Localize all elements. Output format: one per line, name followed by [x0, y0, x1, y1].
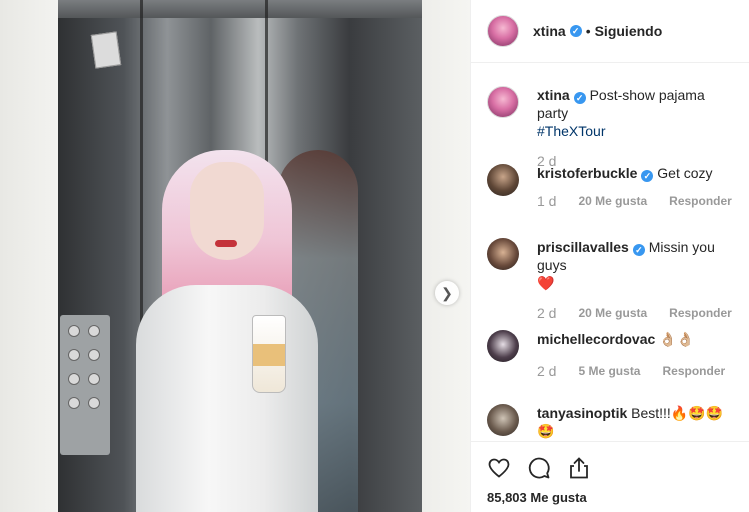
- photo-background-right: [422, 0, 470, 512]
- commenter-avatar[interactable]: [487, 164, 519, 196]
- post-photo[interactable]: [0, 0, 470, 512]
- panel-button: [68, 349, 80, 361]
- comment-username[interactable]: tanyasinoptik: [537, 405, 627, 421]
- next-photo-button[interactable]: ❯: [435, 281, 459, 305]
- caption: xtina ✓ Post-show pajama party #TheXTour …: [487, 86, 737, 170]
- panel-button: [68, 397, 80, 409]
- comment-item: kristoferbuckle ✓ Get cozy 1 d 20 Me gust…: [487, 164, 737, 210]
- speech-bubble-icon[interactable]: [527, 456, 551, 480]
- post-header: xtina ✓ • Siguiendo: [471, 0, 749, 63]
- comments-list[interactable]: xtina ✓ Post-show pajama party #TheXTour …: [471, 64, 749, 440]
- comment-text: Get cozy: [657, 165, 713, 181]
- photo-background-left: [0, 0, 58, 512]
- comment-likes[interactable]: 5 Me gusta: [578, 362, 640, 380]
- separator-dot: •: [585, 23, 591, 39]
- instagram-post-modal: ❯ xtina ✓ • Siguiendo xtina ✓ Post-show p…: [0, 0, 749, 512]
- caption-body: xtina ✓ Post-show pajama party #TheXTour …: [537, 86, 737, 170]
- cup-sleeve: [253, 344, 285, 366]
- comment-username[interactable]: kristoferbuckle: [537, 165, 637, 181]
- panel-button: [88, 349, 100, 361]
- author-avatar[interactable]: [487, 86, 519, 118]
- panel-button: [68, 325, 80, 337]
- following-button[interactable]: Siguiendo: [595, 23, 663, 39]
- comment-meta: 2 d 5 Me gusta Responder: [537, 362, 725, 380]
- commenter-avatar[interactable]: [487, 238, 519, 270]
- verified-badge-icon: ✓: [569, 25, 582, 37]
- author-username[interactable]: xtina: [533, 23, 566, 39]
- panel-button: [88, 373, 100, 385]
- comment-body: kristoferbuckle ✓ Get cozy 1 d 20 Me gust…: [537, 164, 732, 210]
- comment-body: priscillavalles ✓ Missin you guys ❤️ 2 d …: [537, 238, 737, 322]
- panel-button: [88, 397, 100, 409]
- comment-username[interactable]: michellecordovac: [537, 331, 655, 347]
- comment-likes[interactable]: 20 Me gusta: [578, 304, 647, 322]
- comment-item: michellecordovac 👌🏼👌🏼 2 d 5 Me gusta Res…: [487, 330, 737, 380]
- comment-likes[interactable]: 20 Me gusta: [578, 192, 647, 210]
- reply-button[interactable]: Responder: [662, 362, 725, 380]
- post-sidebar: xtina ✓ • Siguiendo xtina ✓ Post-show paj…: [470, 0, 749, 512]
- comment-item: priscillavalles ✓ Missin you guys ❤️ 2 d …: [487, 238, 737, 322]
- verified-badge-icon: ✓: [573, 92, 586, 104]
- panel-button: [68, 373, 80, 385]
- action-icons: [471, 442, 749, 480]
- hashtag-link[interactable]: #TheXTour: [537, 123, 605, 139]
- elevator-sticker: [90, 31, 122, 69]
- comment-item: tanyasinoptik Best!!!🔥🤩🤩🤩: [487, 404, 737, 440]
- heart-emoji: ❤️: [537, 275, 555, 291]
- comment-body: tanyasinoptik Best!!!🔥🤩🤩🤩: [537, 404, 737, 440]
- verified-badge-icon: ✓: [632, 244, 645, 256]
- caption-username[interactable]: xtina: [537, 87, 570, 103]
- share-icon[interactable]: [567, 456, 591, 480]
- white-robe: [136, 285, 318, 512]
- timestamp[interactable]: 1 d: [537, 192, 556, 210]
- comment-meta: 1 d 20 Me gusta Responder: [537, 192, 732, 210]
- red-lips: [215, 240, 237, 247]
- timestamp[interactable]: 2 d: [537, 362, 556, 380]
- comment-body: michellecordovac 👌🏼👌🏼 2 d 5 Me gusta Res…: [537, 330, 725, 380]
- elevator-ceiling: [58, 0, 422, 18]
- comment-text: 👌🏼👌🏼: [659, 331, 695, 347]
- heart-icon[interactable]: [487, 456, 511, 480]
- verified-badge-icon: ✓: [641, 170, 654, 182]
- author-avatar[interactable]: [487, 15, 519, 47]
- reply-button[interactable]: Responder: [669, 192, 732, 210]
- coffee-cup: [252, 315, 286, 393]
- post-actions: 85,803 Me gusta: [471, 441, 749, 512]
- elevator-button-panel: [60, 315, 110, 455]
- reply-button[interactable]: Responder: [669, 304, 732, 322]
- comment-username[interactable]: priscillavalles: [537, 239, 629, 255]
- panel-button: [88, 325, 100, 337]
- chevron-right-icon: ❯: [441, 284, 453, 301]
- comment-meta: 2 d 20 Me gusta Responder: [537, 304, 737, 322]
- person-in-robe: [130, 120, 320, 512]
- commenter-avatar[interactable]: [487, 404, 519, 436]
- commenter-avatar[interactable]: [487, 330, 519, 362]
- timestamp[interactable]: 2 d: [537, 304, 556, 322]
- likes-count[interactable]: 85,803 Me gusta: [487, 490, 587, 505]
